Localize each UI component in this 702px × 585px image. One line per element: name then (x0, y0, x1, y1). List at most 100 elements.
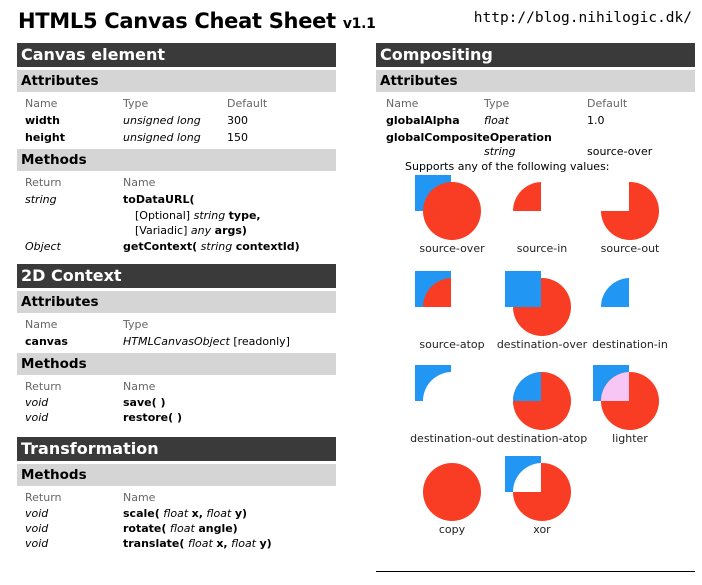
attr-default: 150 (227, 131, 248, 144)
destination-over-diagram (505, 271, 571, 336)
table-row: globalAlpha float 1.0 (376, 112, 695, 129)
method-return: void (25, 507, 49, 520)
attr-name: height (25, 131, 66, 144)
composite-xor: xor (501, 456, 583, 541)
method-name: toDataURL( (123, 193, 195, 206)
method-arg: [Variadic] any args) (135, 224, 247, 237)
header-name: Name (25, 97, 58, 110)
method-signature: scale( float x, float y) (123, 507, 248, 520)
header-default: Default (587, 97, 628, 110)
table-header-row: Return Name (17, 378, 336, 395)
left-column: Canvas element Attributes Name Type Defa… (17, 43, 336, 551)
table-row: void rotate( float angle) (17, 521, 336, 536)
composite-source-out: source-out (589, 175, 671, 260)
attr-default: source-over (587, 145, 653, 158)
method-arg-row: [Optional] string type, (17, 208, 336, 223)
composite-label: xor (533, 523, 551, 536)
section-transformation: Transformation (17, 437, 336, 461)
method-return: void (25, 396, 49, 409)
header-return: Return (25, 380, 62, 393)
composite-source-over: source-over (411, 175, 493, 260)
method-return: Object (25, 240, 61, 253)
composite-label: destination-in (592, 338, 668, 351)
header-return: Return (25, 491, 62, 504)
composite-destination-out: destination-out (410, 365, 494, 450)
method-return: void (25, 537, 49, 550)
composite-source-in: source-in (501, 175, 583, 260)
source-circle (423, 182, 481, 240)
composite-destination-in: destination-in (589, 271, 671, 356)
source-out-diagram (601, 182, 659, 240)
method-signature: getContext( string contextId) (123, 240, 300, 253)
header-name: Name (386, 97, 419, 110)
copy-diagram (423, 463, 481, 521)
source-circle (601, 182, 659, 240)
subsection-attributes: Attributes (376, 70, 695, 92)
page-title: HTML5 Canvas Cheat Sheet v1.1 (18, 9, 376, 33)
table-header-row: Name Type Default (17, 95, 336, 112)
attr-default: 300 (227, 114, 248, 127)
method-return: void (25, 411, 49, 424)
source-circle (423, 463, 481, 521)
table-row: void translate( float x, float y) (17, 536, 336, 551)
composite-copy: copy (411, 456, 493, 541)
subsection-methods: Methods (17, 464, 336, 486)
composite-destination-over: destination-over (497, 271, 587, 356)
destination-atop-diagram (513, 372, 571, 430)
attr-type: unsigned long (123, 131, 201, 144)
table-row: Object getContext( string contextId) (17, 238, 336, 255)
attr-default: 1.0 (587, 114, 605, 127)
compositing-grid: source-over source-in source-out source-… (376, 175, 695, 585)
header-type: Type (484, 97, 510, 110)
header-name: Name (123, 176, 156, 189)
dest-square (601, 278, 629, 307)
method-arg: [Optional] string type, (135, 209, 261, 222)
table-row: void scale( float x, float y) (17, 506, 336, 521)
context-methods-table: Return Name void save( ) void restore( ) (17, 378, 336, 425)
composite-destination-atop: destination-atop (497, 365, 587, 450)
table-row: globalCompositeOperation (376, 129, 695, 144)
table-header-row: Name Type (17, 316, 336, 333)
method-return: string (25, 193, 57, 206)
method-signature: translate( float x, float y) (123, 537, 272, 550)
method-signature: rotate( float angle) (123, 522, 238, 535)
header-type: Type (123, 97, 149, 110)
lighter-diagram (593, 365, 659, 430)
right-column: Compositing Attributes Name Type Default… (376, 43, 695, 585)
version-label: v1.1 (342, 16, 376, 32)
method-arg-row: [Variadic] any args) (17, 223, 336, 238)
composite-label: lighter (612, 432, 648, 445)
attr-name: globalAlpha (386, 114, 460, 127)
table-header-row: Name Type Default (376, 95, 695, 112)
blog-url[interactable]: http://blog.nihilogic.dk/ (474, 10, 692, 26)
canvas-attributes-table: Name Type Default width unsigned long 30… (17, 95, 336, 146)
xor-diagram (505, 456, 571, 521)
destination-in-diagram (601, 278, 629, 307)
section-canvas-element: Canvas element (17, 43, 336, 67)
canvas-methods-table: Return Name string toDataURL( [Optional]… (17, 174, 336, 255)
attr-type: unsigned long (123, 114, 201, 127)
subsection-attributes: Attributes (17, 291, 336, 313)
section-compositing: Compositing (376, 43, 695, 67)
table-row: canvas HTMLCanvasObject [readonly] (17, 333, 336, 350)
method-return: void (25, 522, 49, 535)
header-name: Name (123, 380, 156, 393)
table-row: height unsigned long 150 (17, 129, 336, 146)
attr-type: string (484, 145, 516, 158)
destination-out-diagram (415, 365, 451, 401)
subsection-methods: Methods (17, 149, 336, 171)
table-row: void restore( ) (17, 410, 336, 425)
source-atop-diagram (415, 271, 451, 307)
subsection-methods: Methods (17, 353, 336, 375)
method-name: save( ) (123, 396, 166, 409)
dest-square (415, 365, 451, 401)
supports-note: Supports any of the following values: (376, 159, 695, 175)
attr-type: float (484, 114, 509, 127)
context-attributes-table: Name Type canvas HTMLCanvasObject [reado… (17, 316, 336, 350)
header-name: Name (25, 318, 58, 331)
composite-lighter: lighter (589, 365, 671, 450)
header-default: Default (227, 97, 268, 110)
source-over-diagram (415, 175, 481, 240)
attr-type: HTMLCanvasObject [readonly] (123, 335, 290, 348)
table-row: void save( ) (17, 395, 336, 410)
